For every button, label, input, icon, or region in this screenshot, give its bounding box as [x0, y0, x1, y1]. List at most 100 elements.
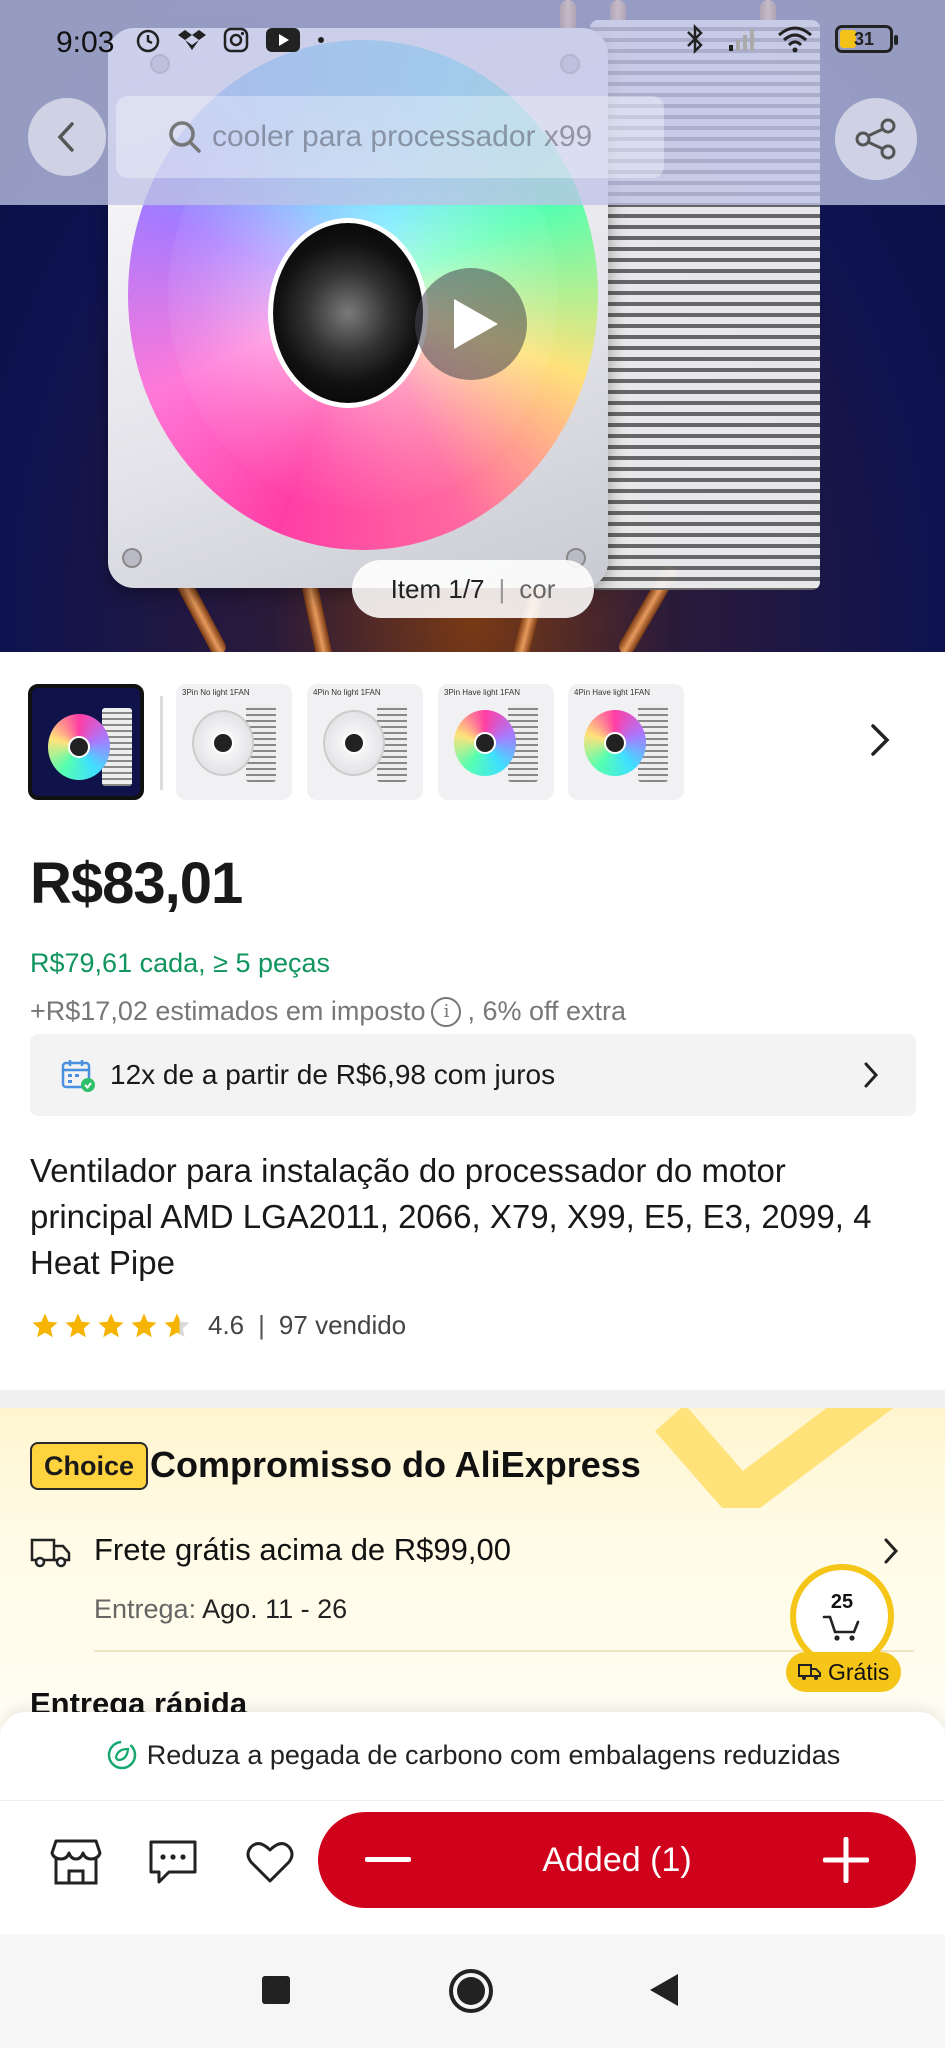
chevron-left-icon	[57, 122, 74, 152]
eco-packaging-note[interactable]: Reduza a pegada de carbono com embalagen…	[0, 1738, 945, 1772]
home-button[interactable]	[448, 1968, 494, 2019]
minus-icon	[365, 1857, 411, 1862]
add-to-cart-bar: Added (1)	[318, 1812, 916, 1908]
rating-separator: |	[258, 1310, 265, 1340]
truck-icon	[30, 1538, 71, 1568]
share-button[interactable]	[835, 98, 917, 180]
square-icon	[262, 1976, 290, 2004]
battery-icon: 31	[835, 25, 898, 53]
chevron-right-icon	[871, 724, 890, 756]
signal-icon	[729, 29, 754, 51]
decrease-quantity-button[interactable]	[364, 1836, 412, 1884]
search-input[interactable]: cooler para processador x99	[116, 96, 664, 178]
thumbnail-3[interactable]: 4Pin No light 1FAN	[307, 684, 423, 800]
instagram-icon	[223, 27, 249, 53]
installments-text: 12x de a partir de R$6,98 com juros	[110, 1059, 556, 1090]
bluetooth-icon	[687, 24, 703, 54]
thumb-hub	[68, 736, 90, 758]
choice-badge: Choice	[30, 1442, 149, 1490]
rating-value: 4.6	[208, 1310, 245, 1340]
store-icon	[50, 1839, 102, 1885]
plus-icon	[823, 1837, 869, 1883]
truck-icon	[798, 1664, 821, 1680]
star-rating	[30, 1311, 192, 1341]
star-icon	[131, 1313, 157, 1337]
shipping-title: Frete grátis acima de R$99,00	[94, 1532, 511, 1567]
bulk-price: R$79,61 cada, ≥ 5 peças	[30, 948, 331, 978]
product-price: R$83,01	[30, 851, 243, 916]
installments-row[interactable]: 12x de a partir de R$6,98 com juros	[30, 1034, 916, 1116]
tax-text: +R$17,02 estimados em imposto	[30, 996, 426, 1026]
screw	[122, 548, 142, 568]
search-placeholder: cooler para processador x99	[212, 120, 593, 153]
divider	[0, 1800, 945, 1801]
choice-title: Compromisso do AliExpress	[150, 1444, 641, 1485]
thumbnail-label: 4Pin Have light 1FAN	[574, 688, 651, 697]
thumbnail-strip: 3Pin No light 1FAN 4Pin No light 1FAN 3P…	[28, 684, 918, 800]
dropbox-icon	[178, 30, 206, 50]
checkmark-decoration	[654, 1408, 894, 1508]
eco-text: Reduza a pegada de carbono com embalagen…	[146, 1739, 841, 1770]
thumb-hub	[604, 732, 626, 754]
star-icon	[65, 1313, 91, 1337]
thumbnail-4[interactable]: 3Pin Have light 1FAN	[438, 684, 554, 800]
info-icon[interactable]: i	[431, 996, 462, 1027]
thumbnail-label: 4Pin No light 1FAN	[313, 688, 381, 697]
sold-count: 97 vendido	[278, 1310, 407, 1340]
thumbnail-5[interactable]: 4Pin Have light 1FAN	[568, 684, 684, 800]
thumbnail-label: 3Pin No light 1FAN	[182, 688, 250, 697]
delivery-estimate: Entrega: Ago. 11 - 26	[94, 1594, 347, 1625]
tax-estimate: +R$17,02 estimados em imposto i , 6% off…	[30, 996, 626, 1027]
dot-icon	[318, 37, 324, 43]
free-shipping-pill[interactable]: Grátis	[786, 1652, 902, 1692]
alarm-icon	[136, 29, 160, 53]
thumb-hub	[474, 732, 496, 754]
increase-quantity-button[interactable]	[822, 1836, 870, 1884]
wishlist-button[interactable]	[240, 1832, 300, 1892]
circle-icon	[449, 1969, 493, 2013]
play-icon	[454, 299, 498, 349]
divider	[94, 1650, 914, 1652]
half-star-icon	[164, 1313, 190, 1337]
status-bar: 9:03 31	[0, 0, 945, 90]
star-icon	[32, 1313, 58, 1337]
gallery-counter-text: Item 1/7	[390, 573, 485, 604]
chat-button[interactable]	[143, 1832, 203, 1892]
extra-discount: , 6% off extra	[467, 996, 627, 1026]
triangle-back-icon	[650, 1974, 678, 2006]
delivery-dates: Ago. 11 - 26	[202, 1594, 348, 1624]
notification-icons	[134, 26, 326, 54]
store-button[interactable]	[46, 1832, 106, 1892]
cart-icon	[822, 1615, 860, 1641]
cart-status-label[interactable]: Added (1)	[542, 1841, 691, 1880]
cart-count: 25	[830, 1590, 854, 1613]
heart-icon	[246, 1842, 294, 1883]
thumbnail-2[interactable]: 3Pin No light 1FAN	[176, 684, 292, 800]
recents-button[interactable]	[262, 1976, 290, 2009]
chevron-right-icon	[884, 1538, 899, 1564]
gallery-counter: Item 1/7 | cor	[352, 560, 594, 618]
thumbnail-label: 3Pin Have light 1FAN	[444, 688, 521, 697]
fan-hub	[268, 218, 428, 408]
bottom-action-sheet: Reduza a pegada de carbono com embalagen…	[0, 1712, 945, 1934]
search-icon	[169, 121, 201, 153]
gallery-variant-tag: cor	[519, 573, 556, 604]
product-title: Ventilador para instalação do processado…	[30, 1152, 872, 1281]
thumbnails-next-button[interactable]	[868, 720, 892, 765]
android-nav-bar	[0, 1934, 945, 2048]
wifi-icon	[778, 26, 812, 53]
battery-level: 31	[853, 29, 875, 49]
back-nav-button[interactable]	[648, 1972, 680, 2013]
calendar-icon	[61, 1060, 95, 1092]
thumbnail-1[interactable]	[28, 684, 144, 800]
back-button[interactable]	[28, 98, 106, 176]
chevron-right-icon	[864, 1062, 879, 1088]
eco-icon	[107, 1740, 136, 1770]
thumbnail-divider	[160, 696, 163, 790]
gratis-label: Grátis	[828, 1658, 890, 1685]
counter-separator: |	[498, 573, 506, 604]
play-video-button[interactable]	[415, 268, 527, 380]
chat-icon	[149, 1840, 197, 1884]
thumb-hub	[343, 732, 365, 754]
rating-row[interactable]: 4.6 | 97 vendido	[30, 1310, 406, 1341]
